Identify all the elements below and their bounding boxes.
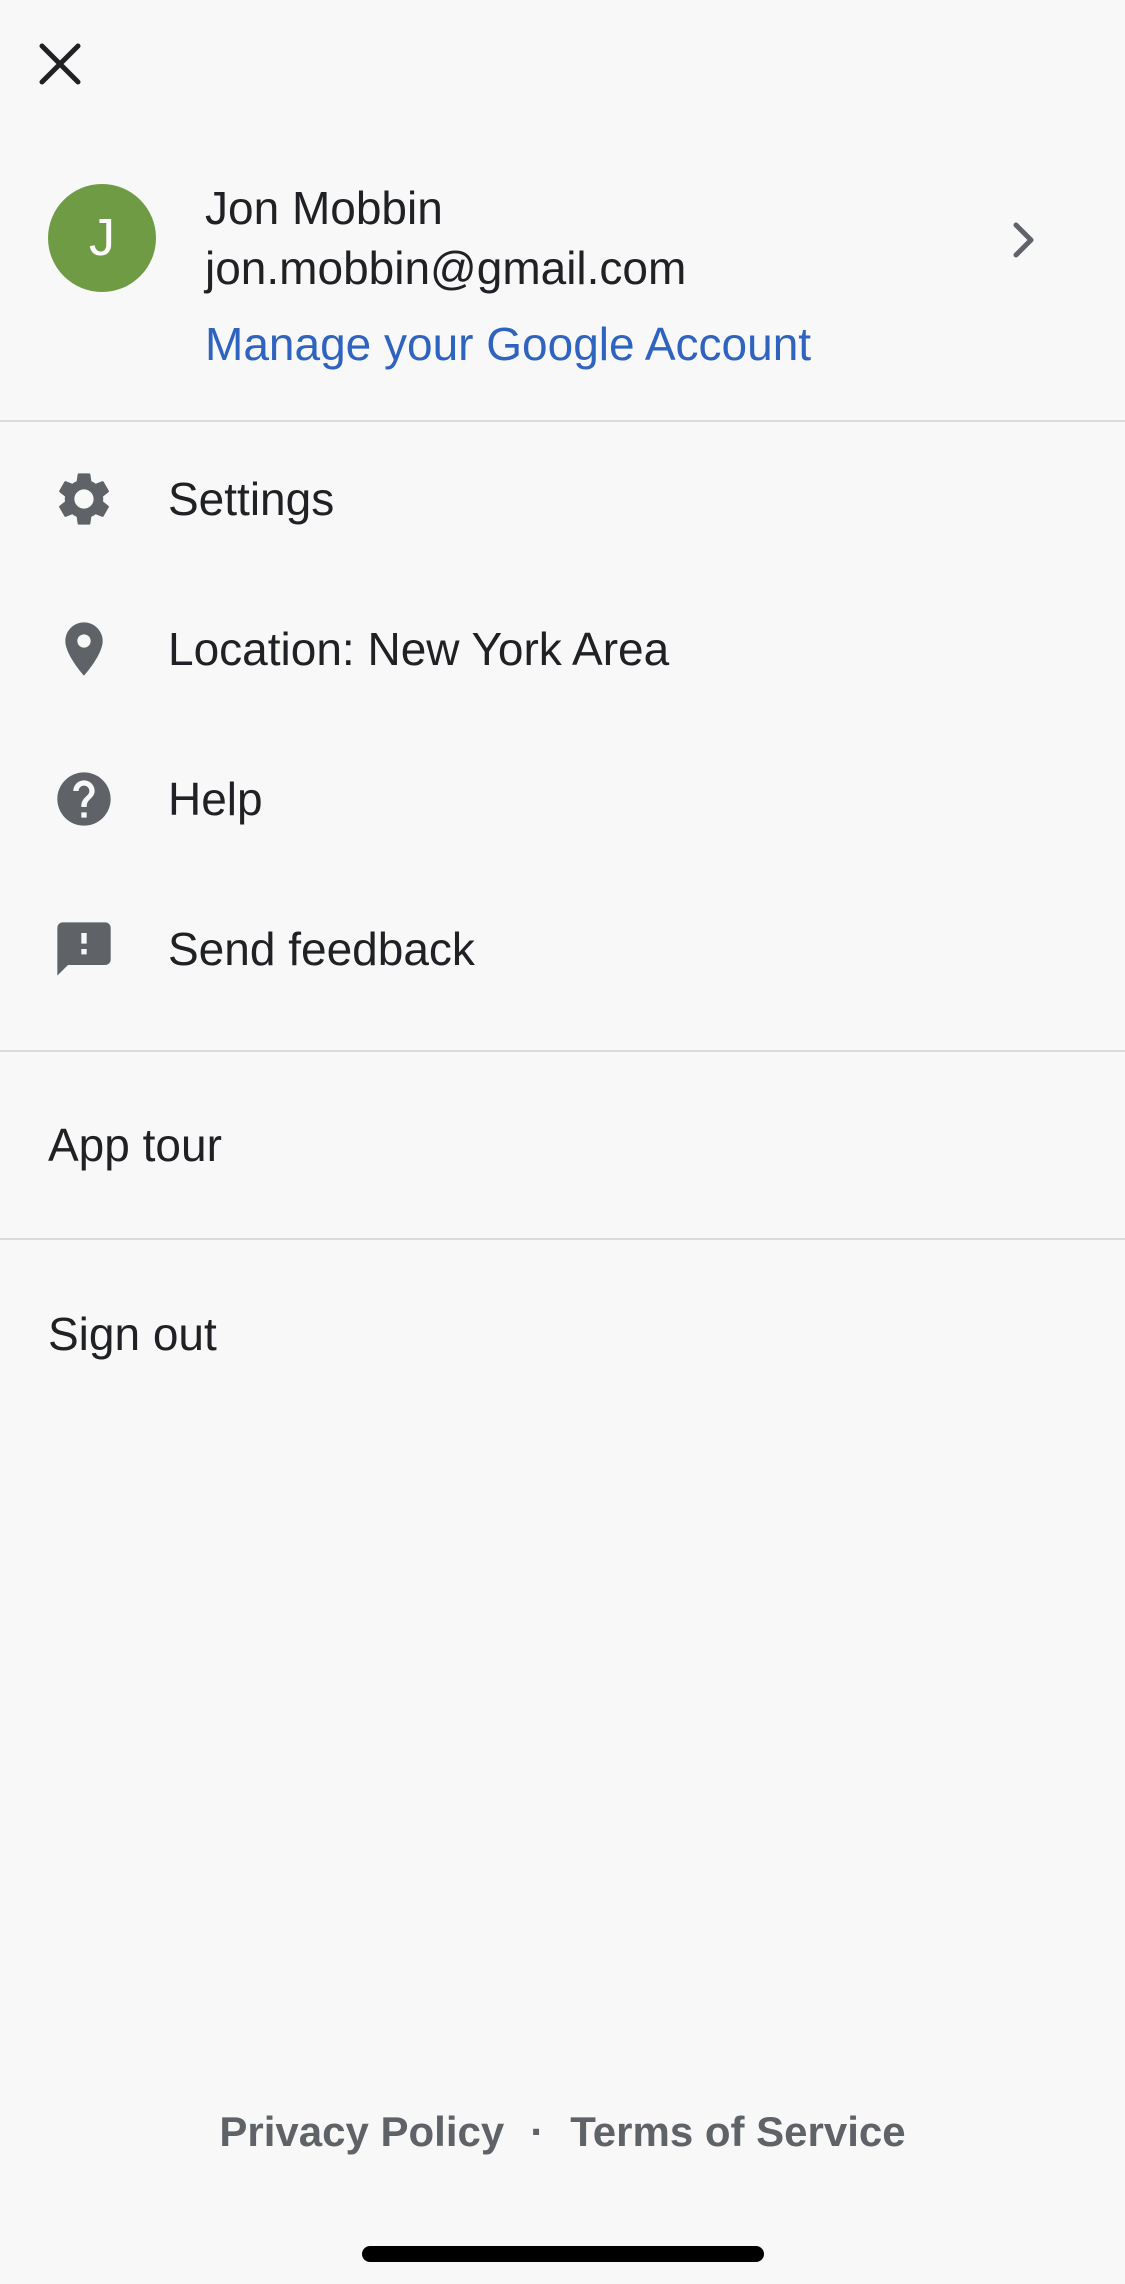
- manage-account-link[interactable]: Manage your Google Account: [205, 316, 811, 372]
- avatar[interactable]: J: [48, 184, 156, 292]
- sign-out-button[interactable]: Sign out: [0, 1240, 1125, 1428]
- menu-item-help[interactable]: Help: [0, 724, 1125, 874]
- menu-list: Settings Location: New York Area Help Se…: [0, 424, 1125, 1052]
- location-pin-icon: [48, 613, 120, 685]
- feedback-icon: [48, 913, 120, 985]
- account-email: jon.mobbin@gmail.com: [205, 242, 687, 294]
- terms-of-service-link[interactable]: Terms of Service: [570, 2108, 905, 2156]
- menu-item-label: Help: [168, 773, 263, 825]
- gear-icon: [48, 463, 120, 535]
- footer-separator: ·: [530, 2108, 545, 2155]
- menu-item-label: Settings: [168, 473, 335, 525]
- privacy-policy-link[interactable]: Privacy Policy: [219, 2108, 504, 2156]
- close-button[interactable]: [28, 32, 92, 96]
- app-tour-label: App tour: [48, 1119, 222, 1171]
- menu-item-settings[interactable]: Settings: [0, 424, 1125, 574]
- menu-item-label: Location: New York Area: [168, 623, 670, 675]
- app-tour-button[interactable]: App tour: [0, 1052, 1125, 1240]
- account-name: Jon Mobbin: [205, 182, 443, 234]
- chevron-right-icon: [1013, 222, 1034, 258]
- home-indicator[interactable]: [362, 2246, 764, 2262]
- close-icon: [39, 43, 81, 85]
- footer-links: Privacy Policy · Terms of Service: [0, 2100, 1125, 2164]
- help-icon: [48, 763, 120, 835]
- menu-item-location[interactable]: Location: New York Area: [0, 574, 1125, 724]
- sign-out-label: Sign out: [48, 1308, 217, 1360]
- avatar-initial: J: [89, 209, 115, 267]
- account-chevron-button[interactable]: [995, 212, 1051, 268]
- menu-item-send-feedback[interactable]: Send feedback: [0, 874, 1125, 1024]
- menu-item-label: Send feedback: [168, 923, 475, 975]
- account-header[interactable]: J Jon Mobbin jon.mobbin@gmail.com Manage…: [0, 150, 1125, 422]
